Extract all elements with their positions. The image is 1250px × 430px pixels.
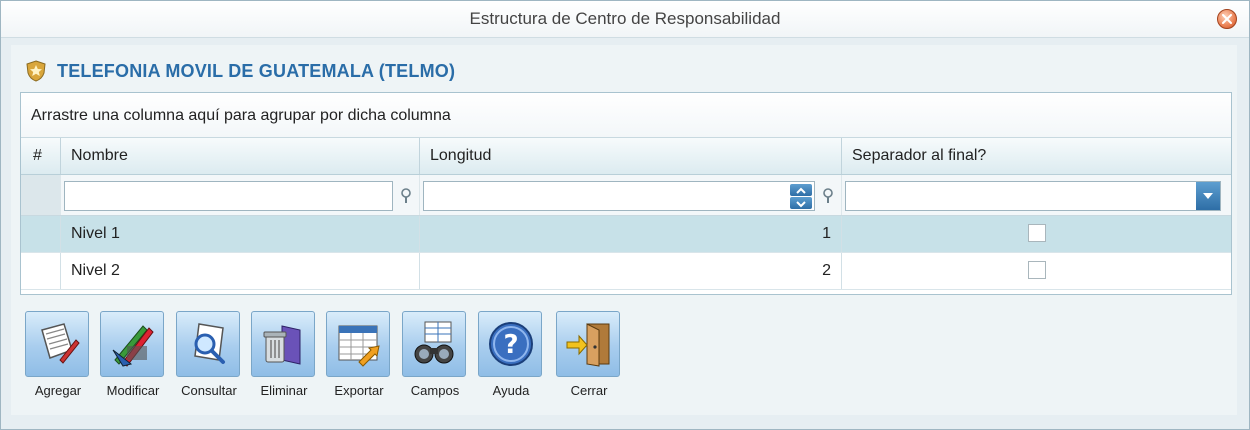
spin-up-icon[interactable] [790,184,812,196]
cell-longitud[interactable]: 2 [420,253,842,289]
agregar-button[interactable]: Agregar [20,311,96,401]
column-header-nombre[interactable]: Nombre [61,138,420,174]
help-icon: ? [489,322,533,366]
numeric-spinner[interactable] [790,184,812,210]
consultar-button[interactable]: Consultar [171,311,247,401]
ayuda-label: Ayuda [492,383,530,398]
filter-nombre-input[interactable] [64,181,393,211]
agregar-label: Agregar [34,383,82,398]
add-document-icon [41,323,80,364]
column-header-index[interactable]: # [21,138,61,174]
eliminar-button[interactable]: Eliminar [246,311,322,401]
group-by-panel[interactable]: Arrastre una columna aquí para agrupar p… [21,93,1231,138]
filter-longitud-input[interactable] [423,181,815,211]
binoculars-icon [414,321,454,364]
trash-icon [263,325,301,365]
filter-longitud-cell [420,175,842,215]
chevron-down-icon [1203,193,1213,199]
exportar-button[interactable]: Exportar [321,311,397,401]
group-by-hint: Arrastre una columna aquí para agrupar p… [31,107,451,124]
row-index-cell [21,253,61,289]
cell-separador [842,253,1231,289]
ayuda-button[interactable]: ? Ayuda [473,311,549,401]
spin-down-icon[interactable] [790,197,812,209]
dropdown-button[interactable] [1196,182,1220,210]
cerrar-button[interactable]: Cerrar [551,311,627,401]
ayuda-icon-frame[interactable]: ? [478,311,542,377]
content-panel: TELEFONIA MOVIL DE GUATEMALA (TELMO) Arr… [11,45,1237,415]
company-header: TELEFONIA MOVIL DE GUATEMALA (TELMO) [25,59,455,83]
cell-longitud[interactable]: 1 [420,216,842,252]
cerrar-label: Cerrar [570,383,608,398]
eliminar-icon-frame[interactable] [251,311,315,377]
title-bar[interactable]: Estructura de Centro de Responsabilidad [1,1,1249,38]
svg-text:?: ? [503,330,518,360]
column-header-separador[interactable]: Separador al final? [842,138,1231,174]
exportar-label: Exportar [334,383,384,398]
modificar-button[interactable]: Modificar [95,311,171,401]
company-name: TELEFONIA MOVIL DE GUATEMALA (TELMO) [57,60,456,81]
exit-door-icon [566,323,610,367]
cell-separador [842,216,1231,252]
filter-icon[interactable] [821,188,835,204]
consultar-label: Consultar [181,383,237,398]
filter-nombre-cell [61,175,420,215]
consultar-icon-frame[interactable] [176,311,240,377]
window-title: Estructura de Centro de Responsabilidad [469,9,781,28]
column-header-longitud[interactable]: Longitud [420,138,842,174]
grid-header-row: # Nombre Longitud Separador al final? [21,138,1231,175]
filter-index-cell [21,175,61,215]
separador-checkbox[interactable] [1027,224,1046,242]
filter-separador-select[interactable] [845,181,1221,211]
data-grid: Arrastre una columna aquí para agrupar p… [20,92,1232,295]
shield-icon [26,60,46,82]
agregar-icon-frame[interactable] [25,311,89,377]
table-row[interactable]: Nivel 1 1 [21,216,1231,253]
filter-icon[interactable] [399,188,413,204]
cerrar-icon-frame[interactable] [556,311,620,377]
separador-checkbox[interactable] [1027,261,1046,279]
export-table-icon [338,325,380,367]
edit-pencils-icon [112,325,154,367]
search-document-icon [194,323,225,364]
modificar-label: Modificar [106,383,160,398]
cell-nombre[interactable]: Nivel 1 [61,216,420,252]
campos-icon-frame[interactable] [402,311,466,377]
exportar-icon-frame[interactable] [326,311,390,377]
campos-label: Campos [410,383,460,398]
filter-separador-cell [842,175,1231,215]
close-button[interactable] [1217,9,1237,29]
row-index-cell [21,216,61,252]
modificar-icon-frame[interactable] [100,311,164,377]
cell-nombre[interactable]: Nivel 2 [61,253,420,289]
close-icon [1222,14,1232,24]
eliminar-label: Eliminar [260,383,308,398]
dialog-window: Estructura de Centro de Responsabilidad … [0,0,1250,430]
table-row[interactable]: Nivel 2 2 [21,253,1231,290]
campos-button[interactable]: Campos [397,311,473,401]
filter-row [21,175,1231,216]
